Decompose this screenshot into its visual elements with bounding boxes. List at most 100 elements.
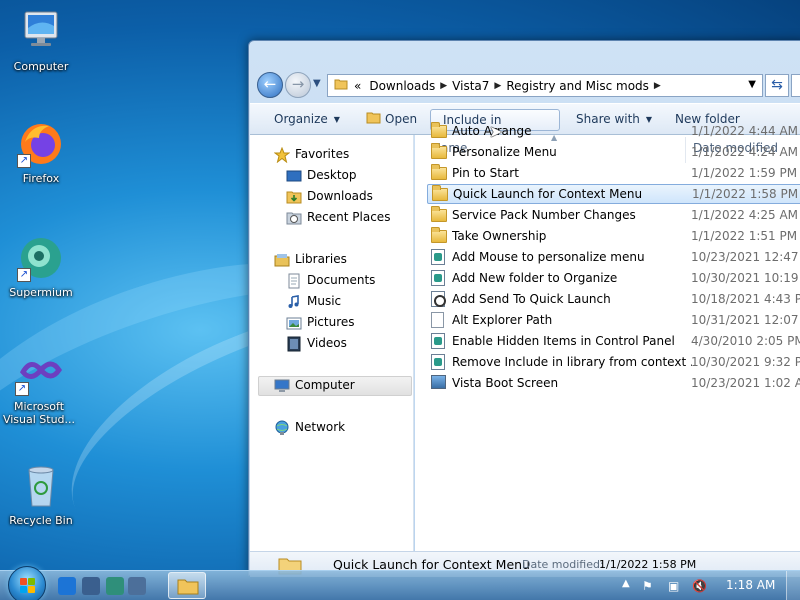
show-desktop-icon[interactable] <box>82 577 100 595</box>
file-row[interactable]: Service Pack Number Changes 1/1/2022 4:25… <box>427 205 800 225</box>
computer-icon <box>274 378 290 394</box>
address-bar[interactable]: « Downloads ▶ Vista7 ▶ Registry and Misc… <box>327 74 763 97</box>
recent-pages-dropdown[interactable]: ▼ <box>313 78 321 89</box>
folder-icon <box>431 122 447 139</box>
desktop-icon-supermium[interactable]: ↗ Supermium <box>2 234 80 299</box>
desktop-icon <box>286 168 302 184</box>
desktop-icon-label: Computer <box>13 60 69 73</box>
desktop-icon-visual-studio[interactable]: ↗ Microsoft Visual Stud... <box>0 348 78 426</box>
media-player-icon[interactable] <box>106 577 124 595</box>
folder-icon <box>431 227 447 244</box>
nav-favorites-label: Favorites <box>295 147 350 161</box>
start-button[interactable] <box>8 566 46 600</box>
breadcrumb-downloads[interactable]: Downloads <box>369 79 435 93</box>
file-row[interactable]: Alt Explorer Path 10/31/2021 12:07 ... <box>427 310 800 330</box>
explorer-folder-icon <box>177 579 199 595</box>
file-row[interactable]: Personalize Menu 1/1/2022 4:24 AM <box>427 142 800 162</box>
action-center-flag-icon[interactable]: ⚑ <box>642 579 653 593</box>
explorer-window: ← → ▼ « Downloads ▶ Vista7 ▶ Registry an… <box>248 40 800 577</box>
chevron-down-icon: ▼ <box>333 114 340 124</box>
volume-muted-icon[interactable]: 🔇 <box>692 579 707 593</box>
breadcrumb-vista7[interactable]: Vista7 <box>452 79 489 93</box>
nav-downloads[interactable]: Downloads <box>286 187 373 206</box>
show-hidden-icons-button[interactable]: ▲ <box>622 578 630 589</box>
file-date: 10/23/2021 12:47 ... <box>691 250 800 264</box>
nav-pictures[interactable]: Pictures <box>286 313 355 332</box>
file-name: Service Pack Number Changes <box>452 208 636 222</box>
folder-icon <box>334 77 348 94</box>
shortcut-arrow-icon: ↗ <box>17 154 31 168</box>
desktop-icon-firefox[interactable]: ↗ Firefox <box>2 120 80 185</box>
nav-documents[interactable]: Documents <box>286 271 375 290</box>
nav-libraries-label: Libraries <box>295 252 347 266</box>
taskbar-explorer-button[interactable] <box>168 572 206 599</box>
documents-icon <box>286 273 302 289</box>
nav-computer[interactable]: Computer <box>274 376 355 395</box>
file-row[interactable]: Remove Include in library from context .… <box>427 352 800 372</box>
nav-documents-label: Documents <box>307 273 376 287</box>
recycle-bin-icon <box>17 462 65 510</box>
pictures-icon <box>286 315 302 331</box>
switch-windows-icon[interactable] <box>128 577 146 595</box>
file-row[interactable]: Auto Arrange 1/1/2022 4:44 AM <box>427 121 800 141</box>
file-row[interactable]: Enable Hidden Items in Control Panel 4/30… <box>427 331 800 351</box>
nav-desktop[interactable]: Desktop <box>286 166 357 185</box>
file-row[interactable]: Quick Launch for Context Menu 1/1/2022 1:… <box>427 184 800 204</box>
folder-icon <box>431 143 447 160</box>
refresh-icon: ⇆ <box>771 77 783 93</box>
nav-libraries[interactable]: Libraries <box>274 250 347 269</box>
breadcrumb-overflow[interactable]: « <box>354 79 361 93</box>
nav-pictures-label: Pictures <box>307 315 355 329</box>
supermium-icon: ↗ <box>17 234 65 282</box>
file-name: Vista Boot Screen <box>452 376 559 390</box>
search-input[interactable] <box>791 74 800 97</box>
music-icon <box>286 294 302 310</box>
taskbar: ▲ ⚑ ▣ 🔇 1:18 AM <box>0 566 800 600</box>
nav-network[interactable]: Network <box>274 418 345 437</box>
desktop-icon-label: Firefox <box>22 172 60 185</box>
refresh-button[interactable]: ⇆ <box>765 74 789 97</box>
organize-button[interactable]: Organize ▼ <box>268 109 346 131</box>
desktop-icon-label: Microsoft Visual Stud... <box>2 400 76 426</box>
address-dropdown-icon[interactable]: ▼ <box>748 79 756 90</box>
system-clock[interactable]: 1:18 AM <box>726 578 775 592</box>
star-icon <box>273 146 291 163</box>
nav-recent-places[interactable]: Recent Places <box>286 208 390 227</box>
mouse-cursor-icon: ➤ <box>489 122 503 141</box>
forward-button[interactable]: → <box>285 72 311 98</box>
computer-icon <box>17 8 65 56</box>
batch-file-icon <box>431 291 447 307</box>
file-row[interactable]: Add New folder to Organize 10/30/2021 10:… <box>427 268 800 288</box>
arrow-left-icon: ← <box>263 75 277 93</box>
libraries-icon <box>274 252 290 268</box>
videos-icon <box>286 336 302 352</box>
nav-network-label: Network <box>295 420 346 434</box>
file-row[interactable]: Add Send To Quick Launch 10/18/2021 4:43 … <box>427 289 800 309</box>
chevron-right-icon[interactable]: ▶ <box>494 81 501 91</box>
file-name: Personalize Menu <box>452 145 557 159</box>
internet-explorer-icon[interactable] <box>58 577 76 595</box>
nav-music[interactable]: Music <box>286 292 341 311</box>
recent-places-icon <box>286 210 302 226</box>
file-row[interactable]: Add Mouse to personalize menu 10/23/2021 … <box>427 247 800 267</box>
chevron-right-icon[interactable]: ▶ <box>654 81 661 91</box>
breadcrumb-registry-and-misc-mods[interactable]: Registry and Misc mods <box>506 79 649 93</box>
chevron-right-icon[interactable]: ▶ <box>440 81 447 91</box>
shortcut-arrow-icon: ↗ <box>17 268 31 282</box>
open-button[interactable]: Open <box>360 109 423 131</box>
nav-favorites[interactable]: Favorites <box>273 145 350 164</box>
file-date: 1/1/2022 1:58 PM <box>692 187 799 201</box>
file-row[interactable]: Vista Boot Screen 10/23/2021 1:02 AM <box>427 373 800 393</box>
open-label: Open <box>385 112 418 126</box>
file-list: Name ▲ Date modified Auto Arrange 1/1/202… <box>415 122 800 551</box>
nav-videos[interactable]: Videos <box>286 334 347 353</box>
file-row[interactable]: Take Ownership 1/1/2022 1:51 PM <box>427 226 800 246</box>
show-desktop-button[interactable] <box>786 571 800 600</box>
network-status-icon[interactable]: ▣ <box>668 579 679 593</box>
desktop-icon-recycle-bin[interactable]: Recycle Bin <box>2 462 80 527</box>
file-date: 1/1/2022 4:25 AM <box>691 208 799 222</box>
organize-label: Organize <box>274 112 328 126</box>
back-button[interactable]: ← <box>257 72 283 98</box>
desktop-icon-computer[interactable]: Computer <box>2 8 80 73</box>
file-row[interactable]: Pin to Start 1/1/2022 1:59 PM <box>427 163 800 183</box>
